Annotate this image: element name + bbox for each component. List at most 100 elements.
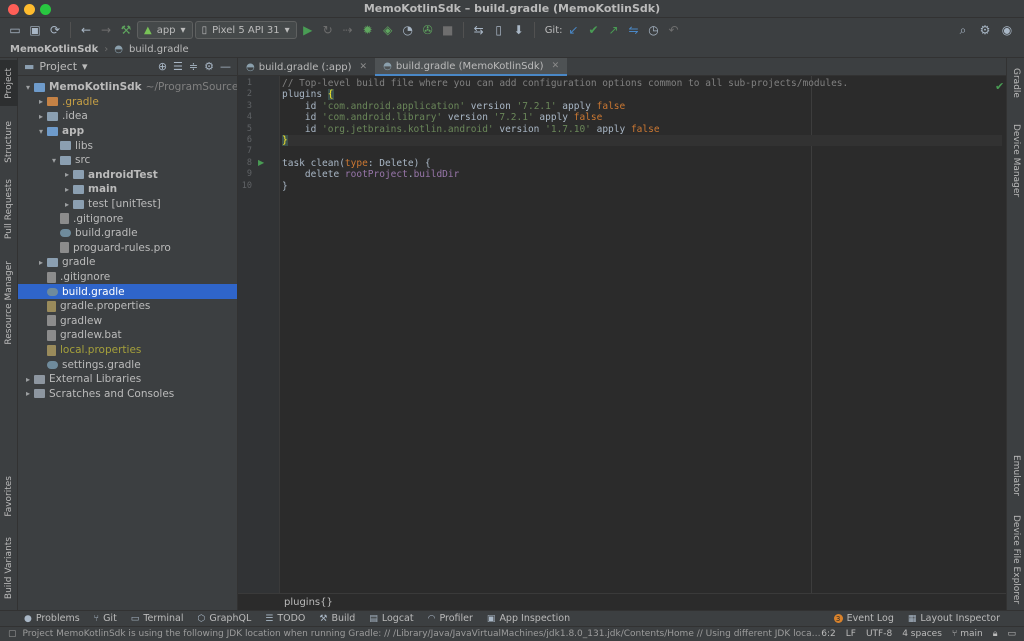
line-separator[interactable]: LF [846,629,856,639]
code-line[interactable]: id 'com.android.library' version '7.2.1'… [282,112,602,123]
editor-tab[interactable]: ◓ build.gradle (:app) ✕ [238,58,375,76]
close-icon[interactable]: ✕ [552,61,560,71]
chevron-right-icon[interactable]: ▸ [35,112,47,121]
code-line[interactable]: delete rootProject.buildDir [282,169,459,180]
code-line[interactable]: task clean(type: Delete) { [282,158,431,169]
locate-file-icon[interactable]: ⊕ [158,60,167,73]
gear-icon[interactable]: ⚙ [204,60,214,73]
editor-tab[interactable]: ◓ build.gradle (MemoKotlinSdk) ✕ [375,58,568,76]
tab-build-variants[interactable]: Build Variants [0,532,18,604]
tree-item[interactable]: ▸ .idea [18,109,237,124]
breadcrumb-file[interactable]: build.gradle [129,44,189,55]
chevron-right-icon[interactable]: ▸ [35,97,47,106]
tree-item[interactable]: ▸ main [18,182,237,197]
tree-item[interactable]: .gitignore [18,270,237,285]
chevron-right-icon[interactable]: ▸ [22,375,34,384]
git-push-icon[interactable]: ↗ [605,21,623,39]
open-folder-icon[interactable]: ▭ [6,21,24,39]
chevron-right-icon[interactable]: ▸ [35,258,47,267]
attach-debugger-icon[interactable]: ✇ [419,21,437,39]
tool-git[interactable]: ⑂ Git [94,613,117,624]
chevron-down-icon[interactable]: ▾ [82,60,88,73]
tree-item[interactable]: gradlew.bat [18,328,237,343]
no-problems-check-icon[interactable]: ✔ [995,80,1004,93]
gradle-sync-icon[interactable]: ⇆ [470,21,488,39]
indent-setting[interactable]: 4 spaces [902,629,942,639]
tool-app-inspection[interactable]: ▣ App Inspection [487,613,570,624]
git-commit-icon[interactable]: ✔ [585,21,603,39]
code-editor[interactable]: 1 2 3 4 5 6 7 8 ▶ 9 10 ✔ // Top-level build file w… [238,76,1006,593]
lock-icon[interactable]: 🔒︎ [993,629,998,639]
coverage-icon[interactable]: ◈ [379,21,397,39]
status-message[interactable]: Project MemoKotlinSdk is using the follo… [23,629,822,639]
file-encoding[interactable]: UTF-8 [866,629,892,639]
expand-all-icon[interactable]: ≑ [189,60,198,73]
tool-terminal[interactable]: ▭ Terminal [131,613,184,624]
code-line[interactable]: id 'com.android.application' version '7.… [282,101,625,112]
run-config-select[interactable]: ▲ app ▾ [137,21,193,39]
tool-layout-inspector[interactable]: ▦ Layout Inspector [908,613,1000,624]
close-icon[interactable]: ✕ [360,62,368,72]
chevron-right-icon[interactable]: ▸ [22,389,34,398]
tree-item[interactable]: ▾ MemoKotlinSdk~/ProgramSource/procs [18,80,237,95]
chevron-right-icon[interactable]: ▸ [61,200,73,209]
editor-breadcrumb-item[interactable]: plugins{} [284,597,333,608]
git-update-icon[interactable]: ↙ [565,21,583,39]
tab-favorites[interactable]: Favorites [0,468,18,524]
tree-item[interactable]: settings.gradle [18,357,237,372]
tool-problems[interactable]: ● Problems [24,613,80,624]
tab-structure[interactable]: Structure [0,116,18,168]
tree-item[interactable]: libs [18,138,237,153]
tool-build[interactable]: ⚒ Build [319,613,355,624]
apply-code-changes-icon[interactable]: ⇢ [339,21,357,39]
back-arrow-icon[interactable]: ← [77,21,95,39]
tab-pull-requests[interactable]: Pull Requests [0,176,18,242]
tab-device-file-explorer[interactable]: Device File Explorer [1007,514,1024,606]
forward-arrow-icon[interactable]: → [97,21,115,39]
device-manager-icon[interactable]: ▯ [490,21,508,39]
tab-gradle[interactable]: Gradle [1007,60,1024,106]
tab-resource-manager[interactable]: Resource Manager [0,258,18,348]
debug-icon[interactable]: ✹ [359,21,377,39]
tool-event-log[interactable]: 3 Event Log [833,613,894,624]
code-line[interactable]: } [282,135,1002,147]
profile-icon[interactable]: ◔ [399,21,417,39]
tree-item[interactable]: ▸ Scratches and Consoles [18,387,237,402]
stop-icon[interactable]: ■ [439,21,457,39]
code-line[interactable]: } [282,181,288,192]
build-hammer-icon[interactable]: ⚒ [117,21,135,39]
project-view-select[interactable]: Project [39,60,77,73]
save-all-icon[interactable]: ▣ [26,21,44,39]
run-gutter-icon[interactable]: ▶ [258,158,264,167]
tree-item[interactable]: build.gradle [18,226,237,241]
sdk-manager-icon[interactable]: ⬇ [510,21,528,39]
tab-device-manager[interactable]: Device Manager [1007,118,1024,204]
account-icon[interactable]: ◉ [998,21,1016,39]
git-compare-icon[interactable]: ⇋ [625,21,643,39]
tool-profiler[interactable]: ◠ Profiler [428,613,473,624]
tree-item[interactable]: ▾ src [18,153,237,168]
chevron-down-icon[interactable]: ▾ [48,156,60,165]
tree-item[interactable]: ▾ app [18,124,237,139]
hide-panel-icon[interactable]: — [220,60,231,73]
tree-item[interactable]: ▸ gradle [18,255,237,270]
chevron-down-icon[interactable]: ▾ [35,127,47,136]
tree-item[interactable]: gradlew [18,314,237,329]
chevron-right-icon[interactable]: ▸ [61,185,73,194]
tool-logcat[interactable]: ▤ Logcat [369,613,413,624]
chevron-down-icon[interactable]: ▾ [22,83,34,92]
tree-item[interactable]: proguard-rules.pro [18,241,237,256]
tab-project[interactable]: Project [0,60,18,106]
status-window-icon[interactable]: ▢ [8,629,17,639]
tree-item[interactable]: ▸ External Libraries [18,372,237,387]
tree-item[interactable]: ▸ test [unitTest] [18,197,237,212]
chevron-right-icon[interactable]: ▸ [61,170,73,179]
code-line[interactable]: id 'org.jetbrains.kotlin.android' versio… [282,124,660,135]
git-history-icon[interactable]: ◷ [645,21,663,39]
tree-item[interactable]: ▸ androidTest [18,168,237,183]
tool-todo[interactable]: ☰ TODO [265,613,305,624]
tab-emulator[interactable]: Emulator [1007,450,1024,500]
tree-item[interactable]: build.gradle [18,284,237,299]
run-icon[interactable]: ▶ [299,21,317,39]
code-line[interactable]: plugins { [282,89,334,101]
